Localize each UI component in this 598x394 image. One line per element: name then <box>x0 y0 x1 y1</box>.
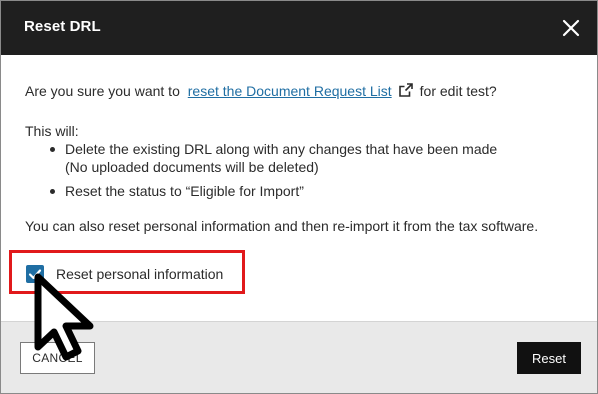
reset-personal-info-label[interactable]: Reset personal information <box>56 265 223 283</box>
close-button[interactable] <box>559 16 583 40</box>
checkmark-icon <box>28 269 42 280</box>
personal-info-description: You can also reset personal information … <box>25 218 539 234</box>
bullet-icon <box>50 147 55 152</box>
this-will-heading: This will: <box>25 123 79 139</box>
reset-personal-info-checkbox[interactable] <box>26 265 44 283</box>
external-link-icon[interactable] <box>398 82 414 102</box>
dialog-footer: CANCEL Reset <box>1 321 597 393</box>
effect-reset-status-text: Reset the status to “Eligible for Import… <box>65 183 304 199</box>
bullet-icon <box>50 189 55 194</box>
list-item: Reset the status to “Eligible for Import… <box>49 182 497 200</box>
dialog-header: Reset DRL <box>1 1 597 55</box>
cancel-button[interactable]: CANCEL <box>20 342 95 374</box>
effects-list: Delete the existing DRL along with any c… <box>49 140 497 200</box>
close-icon <box>562 19 580 37</box>
effect-delete-text: Delete the existing DRL along with any c… <box>65 141 498 157</box>
confirmation-question: Are you sure you want to reset the Docum… <box>25 82 497 102</box>
reset-button[interactable]: Reset <box>517 342 581 374</box>
effect-delete-note: (No uploaded documents will be deleted) <box>65 159 319 175</box>
reset-drl-link[interactable]: reset the Document Request List <box>188 83 392 99</box>
question-prefix: Are you sure you want to <box>25 83 180 99</box>
question-suffix: for edit test? <box>419 83 497 99</box>
reset-drl-dialog: Reset DRL Are you sure you want to reset… <box>0 0 598 394</box>
dialog-title: Reset DRL <box>24 18 101 35</box>
list-item: Delete the existing DRL along with any c… <box>49 140 497 176</box>
